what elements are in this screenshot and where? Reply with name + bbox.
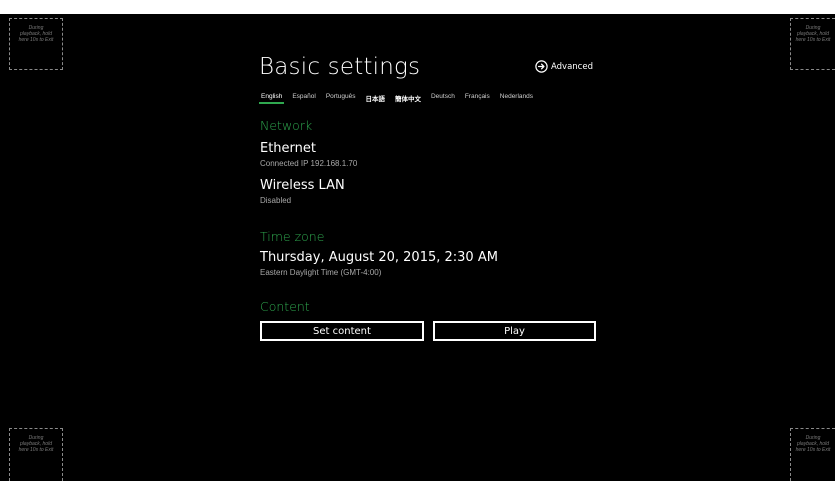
ethernet-status: Connected IP 192.168.1.70 [260,159,358,168]
tab-language-francais[interactable]: Français [465,93,490,104]
language-tabs: English Español Português 日本語 簡体中文 Deuts… [258,93,533,107]
tab-language-nederlands[interactable]: Nederlands [500,93,533,104]
exit-hint-line: here 10s to Exit [18,37,54,43]
content-section-header: Content [260,299,310,314]
arrow-right-circle-icon [535,60,548,73]
ethernet-item[interactable]: Ethernet [260,141,316,156]
tab-language-espanol[interactable]: Español [292,93,316,104]
exit-hint-bottom-left[interactable]: During playback, hold here 10s to Exit [9,428,63,481]
advanced-label: Advanced [551,61,593,72]
time-zone-label: Eastern Daylight Time (GMT-4:00) [260,268,382,277]
tab-language-portugues[interactable]: Português [326,93,356,104]
exit-hint-line: here 10s to Exit [795,37,831,43]
advanced-link[interactable]: Advanced [535,60,593,73]
play-button[interactable]: Play [433,321,596,341]
wireless-lan-status: Disabled [260,196,292,205]
set-content-button[interactable]: Set content [260,321,424,341]
network-section-header: Network [260,118,313,133]
exit-hint-top-right[interactable]: During playback, hold here 10s to Exit [790,18,835,70]
tab-language-japanese[interactable]: 日本語 [365,93,385,107]
date-time-item[interactable]: Thursday, August 20, 2015, 2:30 AM [260,250,498,265]
exit-hint-line: here 10s to Exit [795,447,831,453]
page-title: Basic settings [259,54,421,80]
wireless-lan-item[interactable]: Wireless LAN [260,178,345,193]
tab-language-english[interactable]: English [258,93,285,104]
exit-hint-top-left[interactable]: During playback, hold here 10s to Exit [9,18,63,70]
top-white-bar [0,0,835,14]
tab-language-deutsch[interactable]: Deutsch [431,93,455,104]
exit-hint-line: here 10s to Exit [18,447,54,453]
exit-hint-bottom-right[interactable]: During playback, hold here 10s to Exit [790,428,835,481]
time-zone-section-header: Time zone [260,229,325,244]
tab-language-chinese[interactable]: 簡体中文 [395,93,421,107]
